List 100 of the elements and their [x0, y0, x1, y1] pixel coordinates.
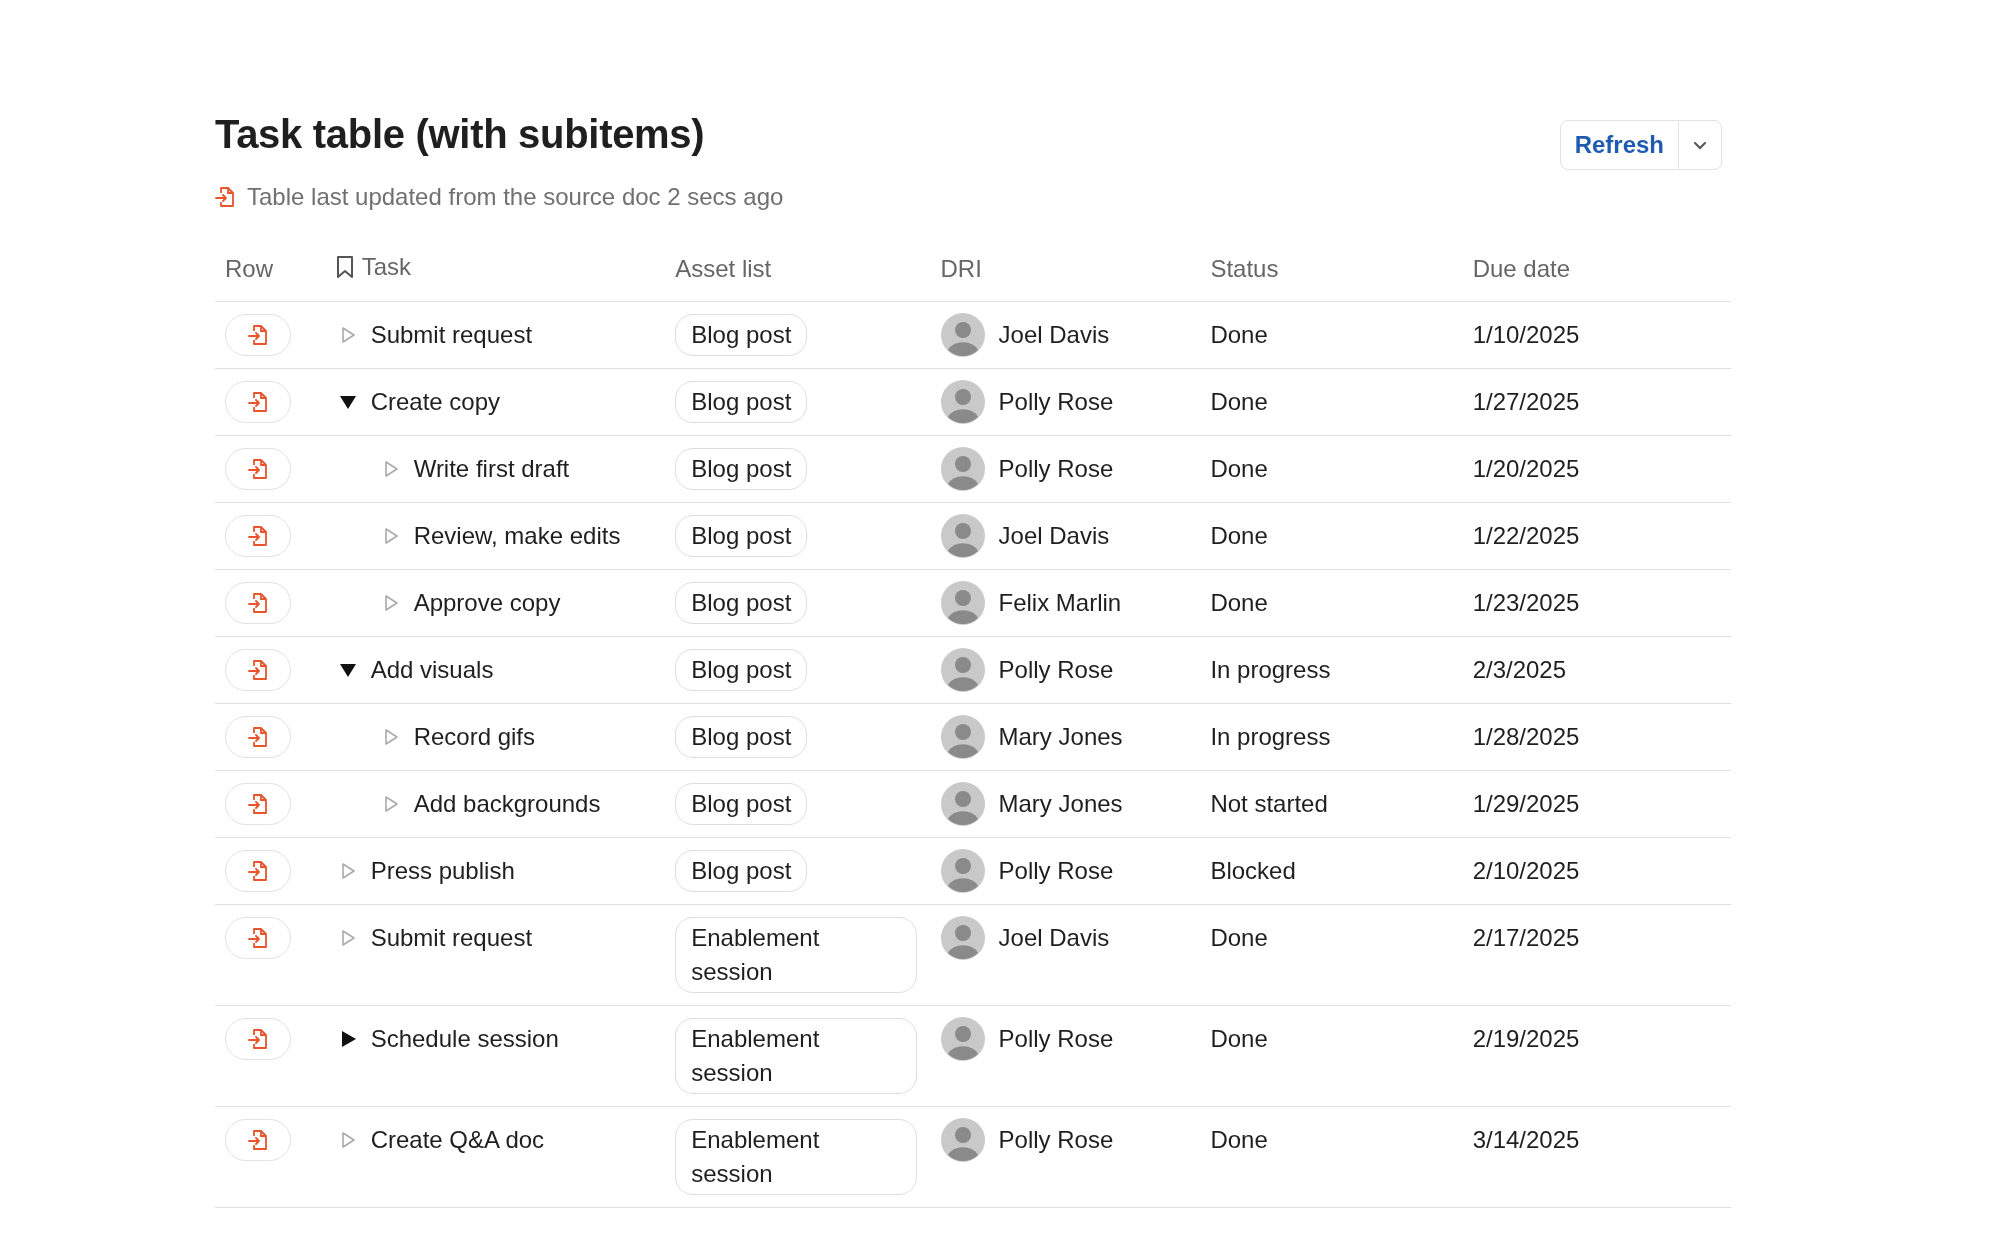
open-row-button[interactable] [225, 381, 291, 423]
collapse-arrow-icon[interactable] [338, 393, 357, 411]
column-header: Status [1210, 255, 1279, 282]
status-text: Done [1210, 387, 1268, 417]
due-date: 2/17/2025 [1472, 923, 1580, 953]
status-text: In progress [1210, 722, 1331, 752]
avatar-icon [940, 447, 985, 491]
due-date: 3/14/2025 [1472, 1125, 1580, 1155]
sync-doc-icon [248, 391, 268, 413]
avatar-icon [940, 313, 985, 357]
open-row-button[interactable] [225, 649, 291, 691]
task-name: Approve copy [413, 588, 561, 618]
avatar-icon [940, 782, 985, 826]
open-row-button[interactable] [225, 515, 291, 557]
sync-doc-icon [248, 793, 268, 815]
open-row-button[interactable] [225, 917, 291, 959]
open-row-button[interactable] [225, 1119, 291, 1161]
asset-tag: Enablement session [675, 917, 918, 993]
sync-doc-icon [248, 1028, 268, 1050]
sync-note: Table last updated from the source doc 2 secs ago [247, 183, 784, 211]
person-name: Joel Davis [998, 320, 1110, 350]
page-title: Task table (with subitems) [215, 112, 706, 157]
status-text: Done [1210, 923, 1268, 953]
due-date: 1/27/2025 [1472, 387, 1580, 417]
avatar-icon [940, 380, 985, 424]
open-row-button[interactable] [225, 716, 291, 758]
status-text: Done [1210, 1024, 1268, 1054]
status-text: Done [1210, 454, 1268, 484]
status-text: Done [1210, 1125, 1268, 1155]
open-row-button[interactable] [225, 783, 291, 825]
avatar-icon [940, 1017, 985, 1061]
asset-tag: Enablement session [675, 1018, 918, 1094]
avatar-icon [940, 581, 985, 625]
person-name: Felix Marlin [998, 588, 1122, 618]
asset-tag: Blog post [675, 582, 808, 624]
avatar-icon [940, 1118, 985, 1162]
avatar-icon [940, 648, 985, 692]
sync-doc-icon [248, 324, 268, 346]
avatar-icon [940, 514, 985, 558]
due-date: 1/10/2025 [1472, 320, 1580, 350]
open-row-button[interactable] [225, 850, 291, 892]
person-name: Polly Rose [998, 856, 1114, 886]
person-name: Mary Jones [998, 789, 1123, 819]
due-date: 1/20/2025 [1472, 454, 1580, 484]
asset-tag: Enablement session [675, 1119, 918, 1195]
status-text: Not started [1210, 789, 1328, 819]
task-name: Add backgrounds [413, 789, 601, 819]
column-header: Due date [1472, 255, 1571, 282]
due-date: 1/23/2025 [1472, 588, 1580, 618]
column-header: Task [361, 253, 411, 281]
sync-doc-icon [248, 525, 268, 547]
task-name: Create copy [370, 387, 501, 417]
sync-doc-icon [248, 927, 268, 949]
due-date: 2/10/2025 [1472, 856, 1580, 886]
due-date: 1/22/2025 [1472, 521, 1580, 551]
person-name: Joel Davis [998, 923, 1110, 953]
task-name: Record gifs [413, 722, 536, 752]
column-header: Row [225, 255, 273, 282]
status-text: Done [1210, 521, 1268, 551]
sync-doc-icon [248, 592, 268, 614]
asset-tag: Blog post [675, 649, 808, 691]
status-text: In progress [1210, 655, 1331, 685]
due-date: 1/28/2025 [1472, 722, 1580, 752]
column-header: DRI [940, 255, 982, 282]
asset-tag: Blog post [675, 448, 808, 490]
person-name: Polly Rose [998, 655, 1114, 685]
status-text: Done [1210, 588, 1268, 618]
asset-tag: Blog post [675, 850, 808, 892]
person-name: Polly Rose [998, 1024, 1114, 1054]
sync-doc-icon [248, 1129, 268, 1151]
asset-tag: Blog post [675, 381, 808, 423]
collapse-arrow-icon[interactable] [338, 661, 357, 679]
sync-doc-icon [248, 860, 268, 882]
avatar-icon [940, 916, 985, 960]
status-text: Blocked [1210, 856, 1296, 886]
open-row-button[interactable] [225, 314, 291, 356]
column-header: Asset list [675, 255, 772, 282]
person-name: Polly Rose [998, 454, 1114, 484]
task-name: Review, make edits [413, 521, 621, 551]
task-name: Create Q&A doc [370, 1125, 545, 1155]
open-row-button[interactable] [225, 582, 291, 624]
open-row-button[interactable] [225, 1018, 291, 1060]
chevron-down-icon [1693, 140, 1707, 150]
sync-doc-icon [248, 659, 268, 681]
bookmark-icon [335, 255, 354, 279]
asset-tag: Blog post [675, 314, 808, 356]
due-date: 1/29/2025 [1472, 789, 1580, 819]
due-date: 2/19/2025 [1472, 1024, 1580, 1054]
due-date: 2/3/2025 [1472, 655, 1567, 685]
task-name: Submit request [370, 320, 533, 350]
asset-tag: Blog post [675, 515, 808, 557]
person-name: Mary Jones [998, 722, 1123, 752]
open-row-button[interactable] [225, 448, 291, 490]
asset-tag: Blog post [675, 716, 808, 758]
avatar-icon [940, 849, 985, 893]
refresh-button[interactable]: Refresh [1560, 121, 1678, 169]
person-name: Joel Davis [998, 521, 1110, 551]
status-text: Done [1210, 320, 1268, 350]
sync-doc-icon [248, 726, 268, 748]
task-name: Add visuals [370, 655, 494, 685]
